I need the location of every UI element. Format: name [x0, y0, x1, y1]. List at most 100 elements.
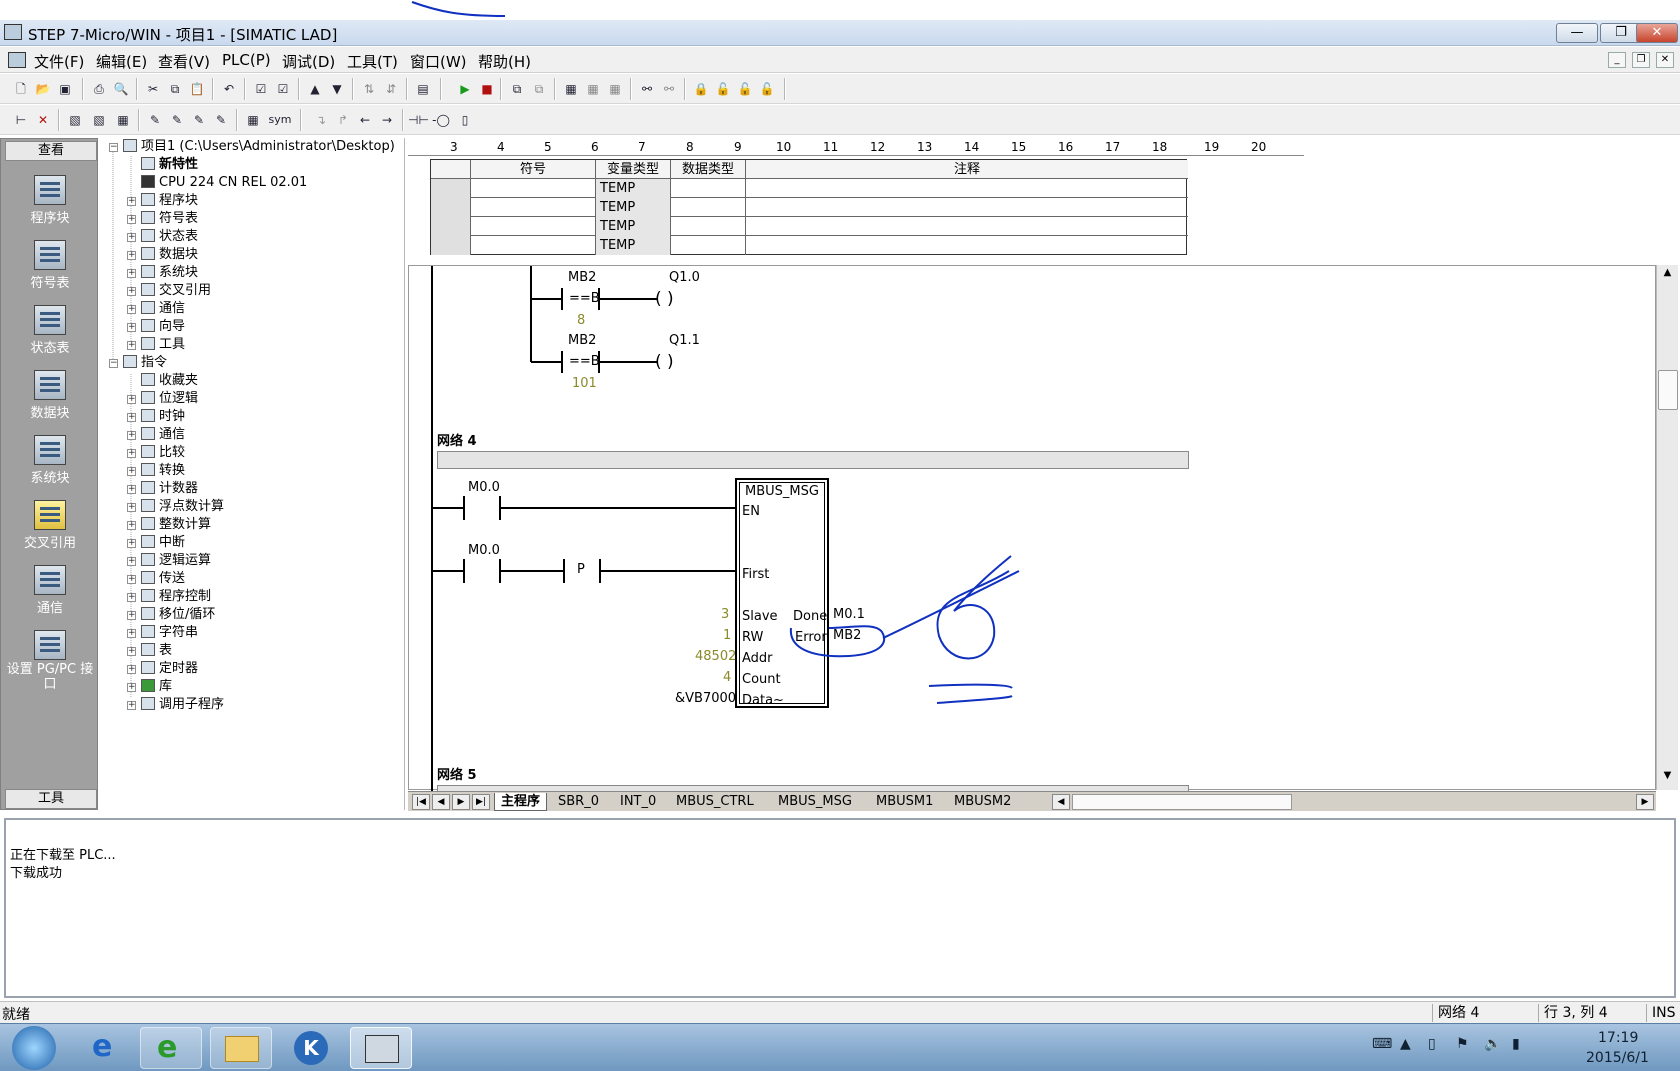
var-type-cell[interactable]: TEMP [596, 179, 671, 198]
hscroll-left-icon[interactable]: ◀ [1052, 794, 1070, 810]
tree-cpu[interactable]: CPU 224 CN REL 02.01 [141, 174, 307, 192]
coil-icon[interactable]: -◯ [432, 111, 450, 129]
tab-main[interactable]: 主程序 [494, 793, 548, 811]
expand-data-block[interactable]: + [127, 251, 136, 260]
expand-convert[interactable]: + [127, 467, 136, 476]
k-app-taskbar-button[interactable]: K [280, 1027, 342, 1069]
tree-counters[interactable]: 计数器 [141, 480, 198, 498]
tab-next-icon[interactable]: ▶ [452, 794, 470, 810]
compile-all-icon[interactable]: ☑ [274, 80, 292, 98]
tree-move[interactable]: 传送 [141, 570, 185, 588]
unlock-icon[interactable]: 🔓 [714, 80, 732, 98]
nav-cross-reference[interactable]: 交叉引用 [1, 500, 99, 551]
symbol-addr-icon[interactable]: ▧ [90, 111, 108, 129]
expand-program-control[interactable]: + [127, 593, 136, 602]
lock-icon[interactable]: 🔒 [692, 80, 710, 98]
nav-system-block[interactable]: 系统块 [1, 435, 99, 486]
nav-status-chart[interactable]: 状态表 [1, 305, 99, 356]
expand-counters[interactable]: + [127, 485, 136, 494]
poe-toggle-icon[interactable]: ▧ [66, 111, 84, 129]
expand-status-chart[interactable]: + [127, 233, 136, 242]
tree-data-block[interactable]: 数据块 [141, 246, 198, 264]
volume-icon[interactable]: 🔈 [1484, 1036, 1501, 1052]
line-up-icon[interactable]: ↱ [334, 111, 352, 129]
hscroll-thumb[interactable] [1072, 794, 1292, 810]
stop-icon[interactable]: ■ [478, 80, 496, 98]
tree-libraries[interactable]: 库 [141, 678, 172, 696]
expand-communication[interactable]: + [127, 305, 136, 314]
single-read-icon[interactable]: ▦ [584, 80, 602, 98]
run-icon[interactable]: ▶ [456, 80, 474, 98]
keyboard-icon[interactable]: ⌨ [1372, 1036, 1392, 1052]
program-status-icon[interactable]: ⧉ [508, 80, 526, 98]
nav-symbol-table[interactable]: 符号表 [1, 240, 99, 291]
tab-last-icon[interactable]: ▶| [472, 794, 490, 810]
tab-mbusm2[interactable]: MBUSM2 [948, 793, 1017, 811]
menu-file[interactable]: 文件(F) [34, 51, 84, 72]
menu-plc[interactable]: PLC(P) [222, 51, 271, 69]
line-left-icon[interactable]: ← [356, 111, 374, 129]
chart-status-icon[interactable]: ▦ [562, 80, 580, 98]
symbol-info-icon[interactable]: sym [266, 111, 294, 129]
network5-title[interactable]: 网络 5 [437, 764, 477, 783]
action-center-icon[interactable]: ⚑ [1456, 1036, 1469, 1052]
expand-interrupt[interactable]: + [127, 539, 136, 548]
menu-window[interactable]: 窗口(W) [410, 51, 467, 72]
table-icon[interactable]: ▦ [114, 111, 132, 129]
tree-compare[interactable]: 比较 [141, 444, 185, 462]
expand-libraries[interactable]: + [127, 683, 136, 692]
upload-icon[interactable]: ▲ [306, 80, 324, 98]
tree-float-math[interactable]: 浮点数计算 [141, 498, 224, 516]
expand-float-math[interactable]: + [127, 503, 136, 512]
tree-system-block[interactable]: 系统块 [141, 264, 198, 282]
microwin-taskbar-button[interactable] [350, 1027, 412, 1069]
undo-icon[interactable]: ↶ [220, 80, 238, 98]
browser-taskbar-button[interactable]: e [140, 1027, 202, 1069]
print-preview-icon[interactable]: 🔍 [112, 80, 130, 98]
expand-clock[interactable]: + [127, 413, 136, 422]
expand-root[interactable]: − [109, 143, 118, 152]
clock-date[interactable]: 2015/6/1 [1586, 1050, 1649, 1066]
box-icon[interactable]: ▯ [456, 111, 474, 129]
expand-bit-logic[interactable]: + [127, 395, 136, 404]
tree-string[interactable]: 字符串 [141, 624, 198, 642]
tree-status-chart[interactable]: 状态表 [141, 228, 198, 246]
prev-bookmark-icon[interactable]: ✎ [190, 111, 208, 129]
menu-debug[interactable]: 调试(D) [282, 51, 335, 72]
expand-call-subroutine[interactable]: + [127, 701, 136, 710]
close-button[interactable]: ✕ [1636, 23, 1678, 43]
clock-time[interactable]: 17:19 [1598, 1030, 1638, 1046]
compile-icon[interactable]: ☑ [252, 80, 270, 98]
navbar-header[interactable]: 查看 [5, 141, 97, 161]
explorer-taskbar-button[interactable] [210, 1027, 272, 1069]
remove-bookmark-icon[interactable]: ✎ [212, 111, 230, 129]
tree-convert[interactable]: 转换 [141, 462, 185, 480]
tab-mbus-msg[interactable]: MBUS_MSG [772, 793, 858, 811]
new-icon[interactable]: 🗋 [12, 80, 30, 98]
bookmark-icon[interactable]: ✎ [146, 111, 164, 129]
tree-communication[interactable]: 通信 [141, 300, 185, 318]
copy-icon[interactable]: ⧉ [166, 80, 184, 98]
download-icon[interactable]: ▼ [328, 80, 346, 98]
unforce-all-icon[interactable]: 🔓 [758, 80, 776, 98]
mdi-close-icon[interactable]: ✕ [1656, 52, 1674, 68]
ie-taskbar-button[interactable]: e [76, 1027, 138, 1069]
network-icon[interactable]: ▮ [1512, 1036, 1520, 1052]
tree-new-features[interactable]: 新特性 [141, 156, 198, 174]
expand-table[interactable]: + [127, 647, 136, 656]
tab-first-icon[interactable]: |◀ [412, 794, 430, 810]
start-button[interactable] [12, 1026, 56, 1070]
expand-instr-comm[interactable]: + [127, 431, 136, 440]
mdi-restore-icon[interactable]: ❐ [1632, 52, 1650, 68]
expand-system-block[interactable]: + [127, 269, 136, 278]
tree-timers[interactable]: 定时器 [141, 660, 198, 678]
tree-wizard[interactable]: 向导 [141, 318, 185, 336]
expand-timers[interactable]: + [127, 665, 136, 674]
sort-asc-icon[interactable]: ⇅ [360, 80, 378, 98]
table-row[interactable]: TEMP [431, 179, 1188, 198]
mdi-doc-icon[interactable] [8, 52, 26, 68]
expand-string[interactable]: + [127, 629, 136, 638]
tab-int0[interactable]: INT_0 [614, 793, 662, 811]
tree-logic-ops[interactable]: 逻辑运算 [141, 552, 211, 570]
cut-icon[interactable]: ✂ [144, 80, 162, 98]
